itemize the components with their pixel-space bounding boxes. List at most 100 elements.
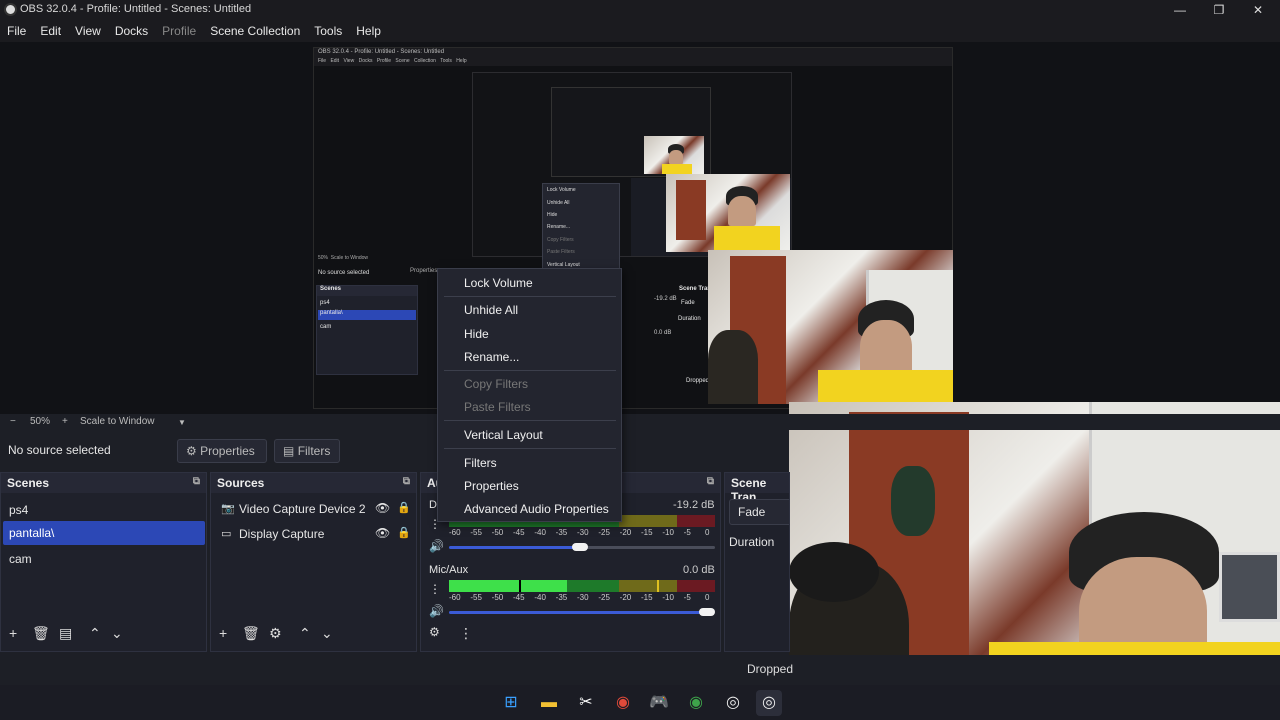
filters-button[interactable]: ▤ Filters	[274, 439, 340, 463]
nested-menu-item: Paste Filters	[547, 249, 575, 255]
chrome-alt-icon[interactable]: ◉	[683, 690, 709, 716]
lock-icon[interactable]: 🔒	[397, 526, 411, 539]
meter-tick-label: -30	[577, 593, 589, 602]
nested-properties: Properties	[410, 268, 438, 274]
chrome-icon[interactable]: ◉	[610, 690, 636, 716]
nested-scene-trans: Scene Tran	[679, 286, 712, 292]
visibility-eye-icon[interactable]: 👁	[375, 501, 390, 515]
menu-docks[interactable]: Docks	[115, 24, 148, 38]
nested-zoom: 50% Scale to Window	[318, 255, 369, 261]
move-down-icon[interactable]: ⌄	[111, 625, 123, 642]
trash-icon[interactable]: 🗑	[242, 625, 260, 642]
sources-title: Sources	[217, 476, 265, 490]
source-context-menu: Lock Volume Unhide All Hide Rename... Co…	[437, 268, 622, 522]
filter-icon[interactable]: ▤	[59, 625, 72, 642]
meter-tick-label: -25	[598, 528, 610, 537]
source-name: Video Capture Device 2	[239, 502, 366, 516]
menu-item-properties[interactable]: Properties	[464, 479, 519, 493]
nested-scenes-dock: Scenes ps4 pantalla\ cam	[316, 285, 418, 375]
meter-tick-label: -35	[555, 593, 568, 602]
speaker-icon[interactable]: 🔊	[429, 604, 444, 618]
undock-icon[interactable]: ⧉	[193, 476, 200, 487]
scene-item[interactable]: cam	[3, 547, 205, 571]
no-source-label: No source selected	[8, 443, 111, 457]
meter-tick-label: -40	[534, 593, 546, 602]
menu-item-copy-filters: Copy Filters	[464, 377, 529, 391]
scene-transitions-dock: Scene Tran Fade Duration	[724, 472, 790, 652]
menu-profile[interactable]: Profile	[162, 24, 196, 38]
trash-icon[interactable]: 🗑	[32, 625, 50, 642]
sources-dock-header: Sources ⧉	[211, 473, 416, 493]
menu-item-filters[interactable]: Filters	[464, 456, 497, 470]
minimize-button[interactable]: —	[1170, 2, 1190, 18]
menu-item-rename[interactable]: Rename...	[464, 350, 519, 364]
webcam-image-tiny	[644, 136, 704, 174]
add-icon[interactable]: +	[9, 625, 17, 641]
volume-slider-track[interactable]	[449, 546, 579, 549]
scene-transitions-header: Scene Tran	[725, 473, 789, 504]
volume-slider-track[interactable]	[449, 611, 707, 614]
menu-help[interactable]: Help	[356, 24, 381, 38]
menu-item-hide[interactable]: Hide	[464, 327, 489, 341]
lock-icon[interactable]: 🔒	[397, 501, 411, 514]
volume-slider-knob[interactable]	[572, 543, 588, 551]
game-controller-icon[interactable]: 🎮	[646, 690, 672, 716]
menu-view[interactable]: View	[75, 24, 101, 38]
obs-icon[interactable]: ◎	[720, 690, 746, 716]
zoom-in-button[interactable]: +	[62, 416, 68, 427]
move-up-icon[interactable]: ⌃	[89, 625, 101, 642]
obs-recording-icon[interactable]: ◎	[756, 690, 782, 716]
scenes-dock-header: Scenes ⧉	[1, 473, 206, 493]
undock-icon[interactable]: ⧉	[707, 476, 714, 487]
title-bar: OBS 32.0.4 - Profile: Untitled - Scenes:…	[0, 0, 1280, 20]
scene-item-selected[interactable]: pantalla\	[3, 521, 205, 545]
menu-tools[interactable]: Tools	[314, 24, 342, 38]
speaker-icon[interactable]: 🔊	[429, 539, 444, 553]
channel-menu-icon[interactable]: ⋮	[429, 582, 441, 596]
nested-menu-item: Copy Filters	[547, 237, 574, 243]
menu-scene-collection[interactable]: Scene Collection	[210, 24, 300, 38]
scene-item[interactable]: ps4	[3, 498, 205, 522]
gear-icon[interactable]: ⚙	[269, 625, 282, 642]
source-toolbar: No source selected ⚙ Properties ▤ Filter…	[0, 434, 440, 466]
meter-ticks: -60 -55 -50 -45 -40 -35 -30 -25 -20 -15 -10 -5 0	[449, 528, 715, 538]
volume-slider-knob[interactable]	[699, 608, 715, 616]
restore-button[interactable]: ❐	[1209, 2, 1229, 18]
menu-item-vertical-layout[interactable]: Vertical Layout	[464, 428, 543, 442]
menu-file[interactable]: File	[7, 24, 26, 38]
meter-tick-label: -15	[641, 528, 653, 537]
meter-tick-label: -50	[491, 528, 504, 537]
nested-scene-item: ps4	[320, 300, 330, 306]
chevron-down-icon[interactable]: ▼	[178, 418, 186, 427]
scale-mode-select[interactable]: Scale to Window	[80, 416, 154, 427]
capcut-icon[interactable]: ✂	[573, 690, 599, 716]
menu-item-lock-volume[interactable]: Lock Volume	[464, 276, 533, 290]
move-up-icon[interactable]: ⌃	[299, 625, 311, 642]
properties-button[interactable]: ⚙ Properties	[177, 439, 267, 463]
nested-fade: Fade	[681, 300, 695, 306]
add-icon[interactable]: +	[219, 625, 227, 641]
menu-edit[interactable]: Edit	[40, 24, 61, 38]
channel-name: Mic/Aux	[429, 564, 469, 576]
scenes-title: Scenes	[7, 476, 50, 490]
visibility-eye-icon[interactable]: 👁	[375, 526, 390, 540]
menu-item-advanced-audio-properties[interactable]: Advanced Audio Properties	[464, 502, 609, 516]
transition-select[interactable]: Fade	[729, 499, 789, 525]
undock-icon[interactable]: ⧉	[403, 476, 410, 487]
windows-start-icon[interactable]: ⊞	[498, 690, 524, 716]
source-item[interactable]: 📷 Video Capture Device 2 👁 🔒	[215, 498, 411, 520]
file-explorer-icon[interactable]: ▬	[536, 690, 562, 716]
zoom-out-button[interactable]: −	[10, 416, 16, 427]
move-down-icon[interactable]: ⌄	[321, 625, 333, 642]
meter-tick-label: -25	[598, 593, 610, 602]
meter-tick-label: -5	[683, 528, 691, 537]
mixer-menu-icon[interactable]: ⋮	[459, 625, 473, 642]
advanced-audio-gear-icon[interactable]: ⚙	[429, 625, 440, 639]
menu-item-unhide-all[interactable]: Unhide All	[464, 303, 518, 317]
meter-tick-label: -10	[662, 528, 674, 537]
nested-title: OBS 32.0.4 - Profile: Untitled - Scenes:…	[314, 48, 952, 57]
nested-menu-item: Lock Volume	[547, 187, 576, 193]
meter-tick-label: -60	[449, 593, 461, 602]
close-button[interactable]: ✕	[1248, 2, 1268, 18]
source-item[interactable]: ▭ Display Capture 👁 🔒	[215, 523, 411, 545]
